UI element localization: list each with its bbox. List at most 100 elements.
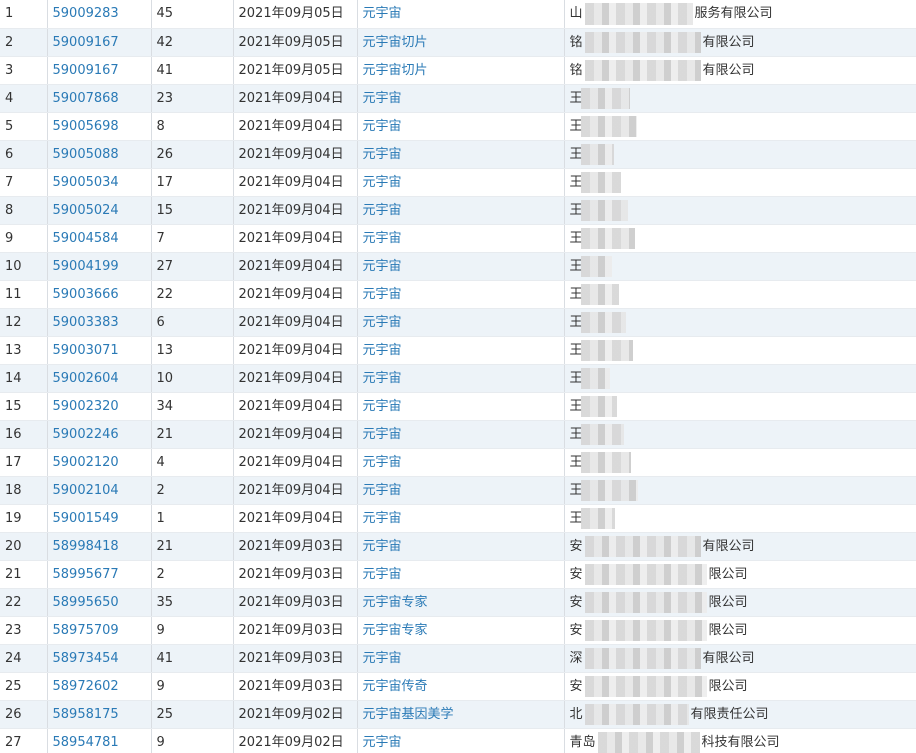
trademark-name-link[interactable]: 元宇宙 bbox=[357, 196, 565, 225]
table-body: 1 59009283 45 2021年09月05日 元宇宙 山服务有限公司 2 … bbox=[0, 0, 916, 753]
trademark-name-link[interactable]: 元宇宙切片 bbox=[357, 56, 565, 85]
applicant: 山 服务有限公司 bbox=[564, 0, 916, 29]
trademark-name-link[interactable]: 元宇宙基因美学 bbox=[357, 700, 565, 729]
trademark-name-link[interactable]: 元宇宙 bbox=[357, 84, 565, 113]
application-date: 2021年09月03日 bbox=[233, 588, 358, 617]
application-date: 2021年09月04日 bbox=[233, 112, 358, 141]
table-row: 1 59009283 45 2021年09月05日 元宇宙 山 服务有限公司 bbox=[0, 0, 916, 29]
applicant-prefix: 安 bbox=[569, 594, 583, 610]
registration-number-link[interactable]: 58995677 bbox=[47, 560, 152, 589]
registration-number-link[interactable]: 59004199 bbox=[47, 252, 152, 281]
registration-number-link[interactable]: 59009167 bbox=[47, 28, 152, 57]
redaction-blur bbox=[580, 143, 614, 165]
class-number: 41 bbox=[151, 644, 234, 673]
class-number: 8 bbox=[151, 112, 234, 141]
class-number: 7 bbox=[151, 224, 234, 253]
application-date: 2021年09月05日 bbox=[233, 56, 358, 85]
trademark-name-link[interactable]: 元宇宙 bbox=[357, 532, 565, 561]
trademark-name-link[interactable]: 元宇宙 bbox=[357, 392, 565, 421]
table-row: 22 58995650 35 2021年09月03日 元宇宙专家 安 限公司 bbox=[0, 588, 916, 617]
trademark-name-link[interactable]: 元宇宙 bbox=[357, 224, 565, 253]
registration-number-link[interactable]: 59003071 bbox=[47, 336, 152, 365]
table-row: 12 59003383 6 2021年09月04日 元宇宙 王 bbox=[0, 308, 916, 337]
registration-number-link[interactable]: 58973454 bbox=[47, 644, 152, 673]
trademark-name-link[interactable]: 元宇宙 bbox=[357, 308, 565, 337]
registration-number-link[interactable]: 59001549 bbox=[47, 504, 152, 533]
trademark-name-link[interactable]: 元宇宙 bbox=[357, 280, 565, 309]
class-number: 9 bbox=[151, 728, 234, 753]
registration-number-link[interactable]: 58972602 bbox=[47, 672, 152, 701]
registration-number-link[interactable]: 59002120 bbox=[47, 448, 152, 477]
table-row: 20 58998418 21 2021年09月03日 元宇宙 安 有限公司 bbox=[0, 532, 916, 561]
trademark-name-link[interactable]: 元宇宙切片 bbox=[357, 28, 565, 57]
trademark-name-link[interactable]: 元宇宙 bbox=[357, 644, 565, 673]
applicant-suffix: 限公司 bbox=[708, 622, 748, 638]
table-row: 4 59007868 23 2021年09月04日 元宇宙 王 bbox=[0, 84, 916, 113]
table-row: 8 59005024 15 2021年09月04日 元宇宙 王 bbox=[0, 196, 916, 225]
registration-number-link[interactable]: 59005698 bbox=[47, 112, 152, 141]
applicant-suffix: 限公司 bbox=[708, 594, 748, 610]
class-number: 27 bbox=[151, 252, 234, 281]
trademark-name-link[interactable]: 元宇宙传奇 bbox=[357, 672, 565, 701]
trademark-name-link[interactable]: 元宇宙 bbox=[357, 560, 565, 589]
applicant-prefix: 铭 bbox=[569, 34, 583, 50]
trademark-name-link[interactable]: 元宇宙 bbox=[357, 168, 565, 197]
redaction-blur bbox=[580, 423, 624, 445]
registration-number-link[interactable]: 59004584 bbox=[47, 224, 152, 253]
registration-number-link[interactable]: 59007868 bbox=[47, 84, 152, 113]
registration-number-link[interactable]: 59003666 bbox=[47, 280, 152, 309]
trademark-name-link[interactable]: 元宇宙 bbox=[357, 420, 565, 449]
row-index: 12 bbox=[0, 308, 48, 337]
table-row: 7 59005034 17 2021年09月04日 元宇宙 王 bbox=[0, 168, 916, 197]
trademark-name-link[interactable]: 元宇宙 bbox=[357, 336, 565, 365]
trademark-name-link[interactable]: 元宇宙专家 bbox=[357, 616, 565, 645]
class-number: 9 bbox=[151, 616, 234, 645]
trademark-name-link[interactable]: 元宇宙 bbox=[357, 728, 565, 753]
trademark-name-link[interactable]: 元宇宙 bbox=[357, 0, 565, 29]
trademark-name-link[interactable]: 元宇宙 bbox=[357, 448, 565, 477]
registration-number-link[interactable]: 59002246 bbox=[47, 420, 152, 449]
applicant: 王 bbox=[564, 168, 916, 197]
registration-number-link[interactable]: 59005034 bbox=[47, 168, 152, 197]
applicant: 王 bbox=[564, 224, 916, 253]
table-row: 11 59003666 22 2021年09月04日 元宇宙 王 bbox=[0, 280, 916, 309]
registration-number-link[interactable]: 58954781 bbox=[47, 728, 152, 753]
registration-number-link[interactable]: 59002104 bbox=[47, 476, 152, 505]
applicant: 王 bbox=[564, 336, 916, 365]
application-date: 2021年09月04日 bbox=[233, 336, 358, 365]
applicant-prefix: 安 bbox=[569, 678, 583, 694]
applicant: 王 bbox=[564, 140, 916, 169]
application-date: 2021年09月04日 bbox=[233, 140, 358, 169]
redaction-blur bbox=[580, 199, 628, 221]
applicant-suffix: 有限公司 bbox=[702, 650, 755, 666]
registration-number-link[interactable]: 59002320 bbox=[47, 392, 152, 421]
registration-number-link[interactable]: 58995650 bbox=[47, 588, 152, 617]
trademark-name-link[interactable]: 元宇宙 bbox=[357, 364, 565, 393]
registration-number-link[interactable]: 59005024 bbox=[47, 196, 152, 225]
redaction-blur bbox=[584, 619, 707, 641]
row-index: 3 bbox=[0, 56, 48, 85]
trademark-name-link[interactable]: 元宇宙 bbox=[357, 112, 565, 141]
registration-number-link[interactable]: 58975709 bbox=[47, 616, 152, 645]
registration-number-link[interactable]: 58958175 bbox=[47, 700, 152, 729]
registration-number-link[interactable]: 59009283 bbox=[47, 0, 152, 29]
registration-number-link[interactable]: 59002604 bbox=[47, 364, 152, 393]
trademark-name-link[interactable]: 元宇宙 bbox=[357, 476, 565, 505]
registration-number-link[interactable]: 58998418 bbox=[47, 532, 152, 561]
class-number: 4 bbox=[151, 448, 234, 477]
registration-number-link[interactable]: 59005088 bbox=[47, 140, 152, 169]
trademark-name-link[interactable]: 元宇宙 bbox=[357, 252, 565, 281]
applicant-prefix: 山 bbox=[569, 6, 583, 22]
applicant: 王 bbox=[564, 84, 916, 113]
redaction-blur bbox=[580, 87, 630, 109]
applicant: 安 限公司 bbox=[564, 588, 916, 617]
trademark-name-link[interactable]: 元宇宙 bbox=[357, 140, 565, 169]
applicant: 青岛 科技有限公司 bbox=[564, 728, 916, 753]
class-number: 23 bbox=[151, 84, 234, 113]
trademark-name-link[interactable]: 元宇宙专家 bbox=[357, 588, 565, 617]
registration-number-link[interactable]: 59003383 bbox=[47, 308, 152, 337]
row-index: 14 bbox=[0, 364, 48, 393]
class-number: 34 bbox=[151, 392, 234, 421]
registration-number-link[interactable]: 59009167 bbox=[47, 56, 152, 85]
trademark-name-link[interactable]: 元宇宙 bbox=[357, 504, 565, 533]
